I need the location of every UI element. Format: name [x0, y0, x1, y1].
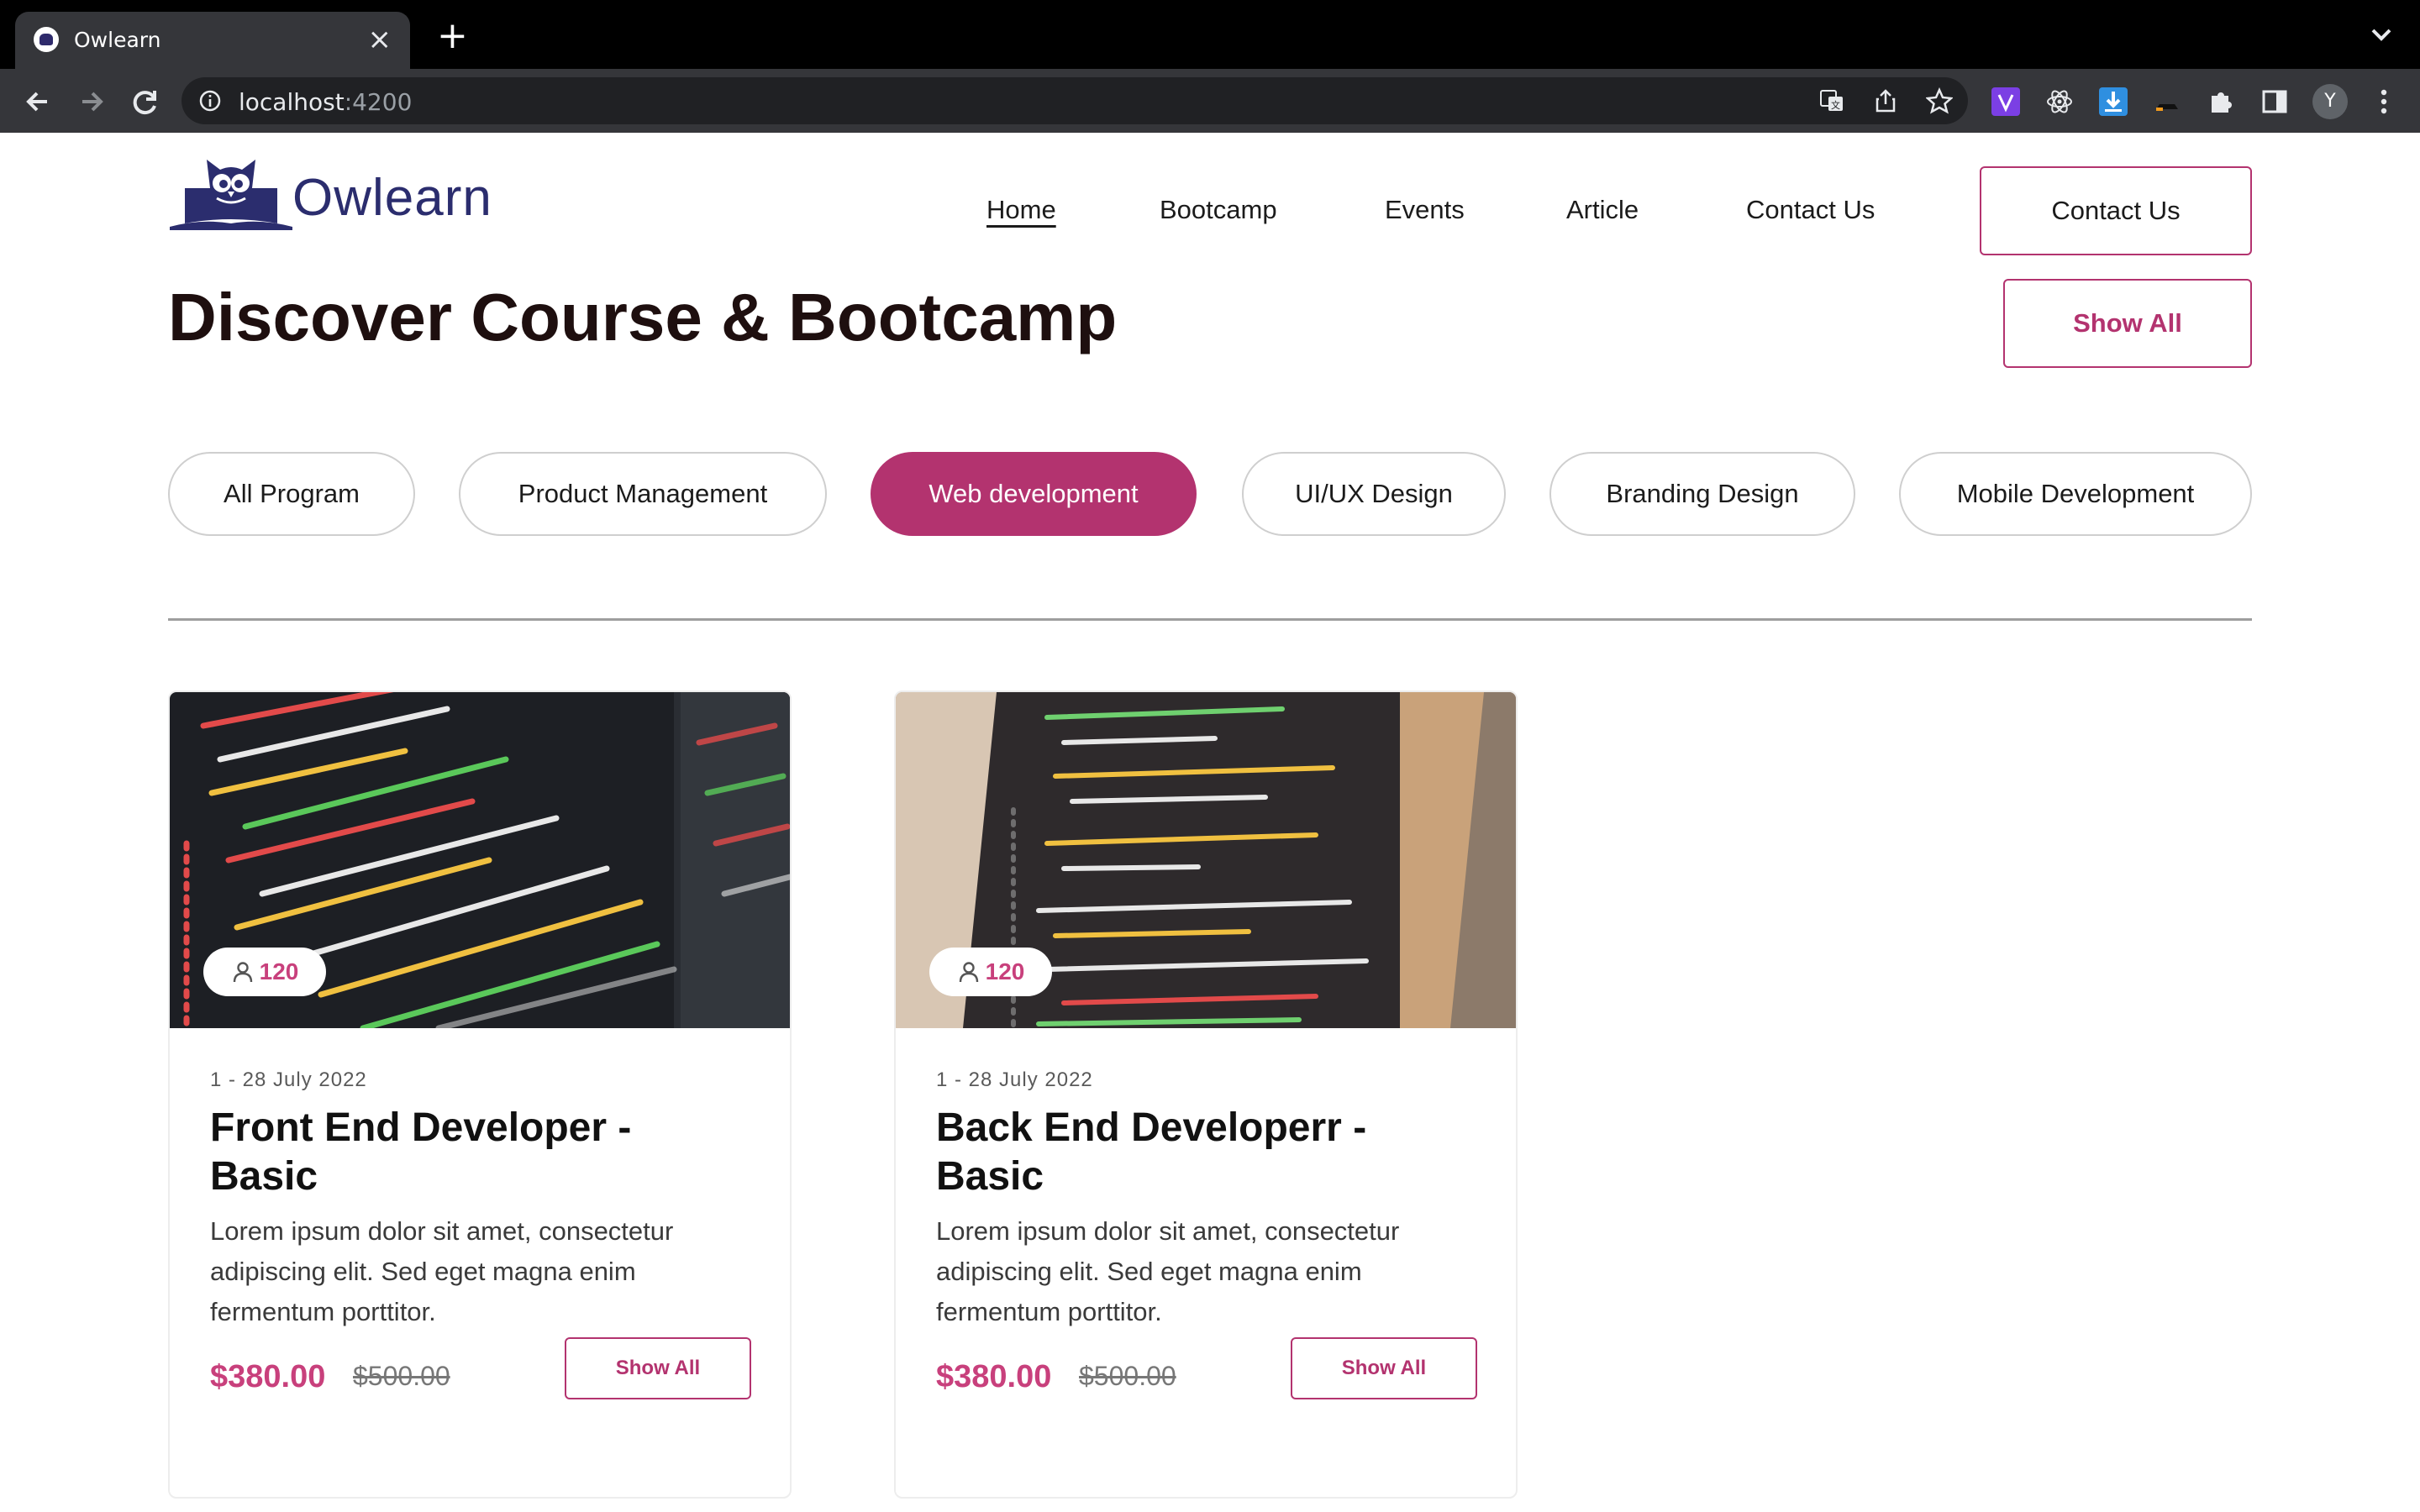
category-product-management[interactable]: Product Management	[459, 452, 827, 536]
category-branding-design[interactable]: Branding Design	[1549, 452, 1855, 536]
nav-article[interactable]: Article	[1566, 195, 1639, 225]
course-date: 1 - 28 July 2022	[936, 1068, 1093, 1091]
section-divider	[168, 618, 2252, 621]
page-title: Discover Course & Bootcamp	[168, 280, 1118, 354]
participants-count: 120	[985, 958, 1025, 984]
participants-count: 120	[259, 958, 299, 984]
browser-toolbar: localhost:4200 文 Y	[0, 69, 2420, 133]
course-image: 120	[170, 692, 790, 1028]
course-old-price: $500.00	[353, 1361, 450, 1391]
side-panel-icon[interactable]	[2260, 87, 2289, 116]
category-web-development[interactable]: Web development	[871, 452, 1197, 536]
info-icon[interactable]	[198, 89, 222, 113]
course-price: $380.00	[210, 1359, 326, 1394]
browser-tab[interactable]: Owlearn ×	[15, 12, 410, 69]
category-all-program[interactable]: All Program	[168, 452, 415, 536]
page-content: Owlearn Home Bootcamp Events Article Con…	[0, 133, 2420, 1512]
url-text: localhost:4200	[239, 88, 412, 116]
course-show-all-button[interactable]: Show All	[1291, 1337, 1477, 1399]
share-icon[interactable]	[1872, 87, 1899, 114]
course-show-all-button[interactable]: Show All	[565, 1337, 751, 1399]
participants-badge: 120	[203, 948, 326, 996]
course-title: Front End Developer - Basic	[210, 1105, 632, 1199]
course-description: Lorem ipsum dolor sit amet, consectetur …	[210, 1216, 674, 1326]
participants-badge: 120	[929, 948, 1052, 996]
course-title: Back End Developerr - Basic	[936, 1105, 1367, 1199]
browser-tab-bar: Owlearn × +	[0, 0, 2420, 69]
profile-avatar[interactable]: Y	[2312, 84, 2348, 119]
nav-bootcamp[interactable]: Bootcamp	[1160, 195, 1277, 225]
new-tab-icon[interactable]: +	[437, 18, 468, 55]
course-card[interactable]: 120 1 - 28 July 2022 Back End Developerr…	[894, 690, 1518, 1499]
nav-events[interactable]: Events	[1385, 195, 1465, 225]
show-all-button[interactable]: Show All	[2003, 279, 2252, 368]
download-extension-icon[interactable]	[2099, 87, 2128, 116]
hat-extension-icon[interactable]	[2153, 87, 2181, 116]
svg-text:文: 文	[1831, 99, 1840, 111]
url-host: localhost	[239, 88, 345, 116]
more-menu-icon[interactable]	[2370, 86, 2398, 118]
category-ui-ux-design[interactable]: UI/UX Design	[1242, 452, 1506, 536]
user-icon	[959, 962, 978, 983]
puzzle-extensions-icon[interactable]	[2207, 87, 2235, 116]
owlearn-logo[interactable]: Owlearn	[168, 151, 504, 235]
course-old-price: $500.00	[1079, 1361, 1176, 1391]
forward-arrow-icon[interactable]	[71, 81, 113, 123]
react-devtools-extension-icon[interactable]	[2045, 87, 2074, 116]
close-icon[interactable]: ×	[368, 20, 392, 59]
logo-text: Owlearn	[292, 169, 492, 227]
nav-home[interactable]: Home	[986, 195, 1056, 225]
url-port: :4200	[344, 88, 413, 116]
course-description: Lorem ipsum dolor sit amet, consectetur …	[936, 1216, 1400, 1326]
star-bookmark-icon[interactable]	[1924, 87, 1954, 114]
vue-devtools-extension-icon[interactable]	[1991, 87, 2020, 116]
owl-favicon-icon	[34, 27, 59, 52]
user-icon	[233, 962, 252, 983]
translate-icon[interactable]: 文	[1818, 87, 1845, 114]
course-price: $380.00	[936, 1359, 1052, 1394]
contact-us-button[interactable]: Contact Us	[1980, 166, 2252, 255]
course-card[interactable]: 120 1 - 28 July 2022 Front End Developer…	[168, 690, 792, 1499]
course-date: 1 - 28 July 2022	[210, 1068, 367, 1091]
address-bar[interactable]: localhost:4200 文	[182, 77, 1968, 124]
tab-title: Owlearn	[74, 28, 161, 52]
category-mobile-development[interactable]: Mobile Development	[1899, 452, 2252, 536]
reload-icon[interactable]	[124, 81, 166, 123]
nav-contact-us[interactable]: Contact Us	[1746, 195, 1875, 225]
chevron-down-icon[interactable]	[2365, 20, 2398, 50]
course-image: 120	[896, 692, 1516, 1028]
owl-logo-icon	[170, 160, 292, 230]
back-arrow-icon[interactable]	[17, 81, 59, 123]
